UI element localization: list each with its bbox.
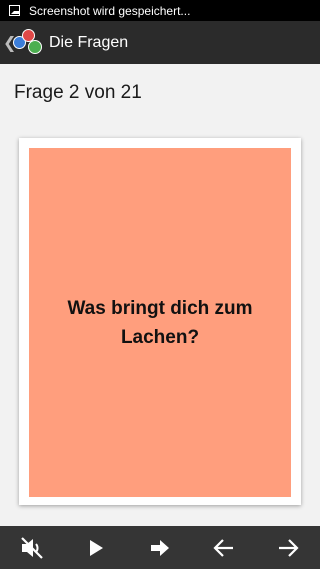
forward-button[interactable] (268, 528, 308, 568)
action-bar: ❮ Die Fragen (0, 21, 320, 64)
bottom-toolbar (0, 526, 320, 569)
arrow-forward-icon (279, 538, 299, 557)
question-card[interactable]: Was bringt dich zum Lachen? (19, 138, 301, 505)
mute-icon (21, 536, 43, 559)
play-icon (90, 539, 103, 556)
question-text: Was bringt dich zum Lachen? (67, 297, 253, 348)
next-question-button[interactable] (140, 528, 180, 568)
page-title: Die Fragen (49, 33, 129, 51)
question-progress-label: Frage 2 von 21 (14, 82, 142, 103)
arrow-back-icon (213, 538, 233, 557)
play-button[interactable] (76, 528, 116, 568)
question-card-face: Was bringt dich zum Lachen? (29, 148, 291, 497)
screenshot-icon (9, 5, 20, 16)
mute-button[interactable] (12, 528, 52, 568)
app-logo[interactable] (13, 28, 43, 58)
previous-button[interactable] (204, 528, 244, 568)
status-notification-text: Screenshot wird gespeichert... (29, 3, 191, 18)
arrow-forward-bold-icon (151, 539, 169, 556)
status-bar: Screenshot wird gespeichert... (0, 0, 320, 21)
chevron-left-icon[interactable]: ❮ (3, 33, 16, 53)
green-face-icon (28, 39, 42, 54)
